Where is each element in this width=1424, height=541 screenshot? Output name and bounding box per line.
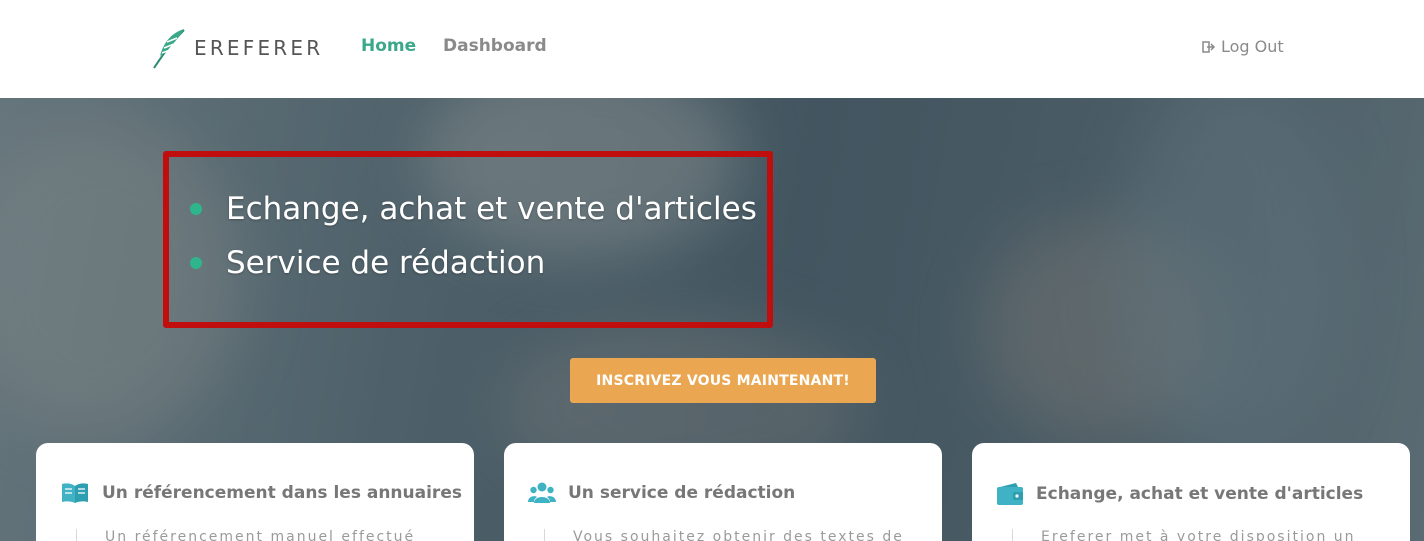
- card-title: Echange, achat et vente d'articles: [1036, 484, 1364, 504]
- feature-card-writing: Un service de rédaction Vous souhaitez o…: [504, 443, 942, 541]
- signup-button[interactable]: INSCRIVEZ VOUS MAINTENANT!: [570, 358, 876, 403]
- feather-icon: [153, 29, 185, 69]
- hero-bullet-text: Echange, achat et vente d'articles: [226, 191, 757, 227]
- logout-link[interactable]: Log Out: [1202, 37, 1284, 56]
- card-description: Un référencement manuel effectué: [76, 529, 436, 541]
- bullet-dot: [190, 203, 202, 215]
- card-description: Ereferer met à votre disposition un: [1012, 529, 1372, 541]
- feature-card-articles: Echange, achat et vente d'articles Erefe…: [972, 443, 1410, 541]
- hero-bullet-text: Service de rédaction: [226, 245, 546, 281]
- open-book-icon: [62, 483, 88, 503]
- nav-home-link[interactable]: Home: [361, 36, 416, 56]
- bullet-dot: [190, 257, 202, 269]
- brand-logo[interactable]: EREFERER: [150, 26, 323, 70]
- hero-bullet-item: Echange, achat et vente d'articles: [190, 182, 757, 236]
- navbar: EREFERER Home Dashboard Log Out: [0, 0, 1424, 98]
- wallet-icon: [997, 483, 1023, 505]
- nav-dashboard-link[interactable]: Dashboard: [443, 36, 547, 56]
- card-header: Un service de rédaction: [528, 481, 795, 505]
- hero-bullet-list: Echange, achat et vente d'articles Servi…: [190, 182, 757, 290]
- card-description: Vous souhaitez obtenir des textes de: [544, 529, 904, 541]
- hero-bullet-item: Service de rédaction: [190, 236, 757, 290]
- logout-label: Log Out: [1221, 37, 1284, 56]
- brand-name: EREFERER: [194, 36, 324, 60]
- sign-out-icon: [1202, 40, 1216, 53]
- card-header: Echange, achat et vente d'articles: [996, 481, 1363, 507]
- card-header: Un référencement dans les annuaires: [60, 481, 462, 505]
- card-title: Un référencement dans les annuaires: [102, 483, 462, 503]
- card-title: Un service de rédaction: [568, 483, 796, 503]
- users-icon: [528, 482, 556, 503]
- feature-card-directories: Un référencement dans les annuaires Un r…: [36, 443, 474, 541]
